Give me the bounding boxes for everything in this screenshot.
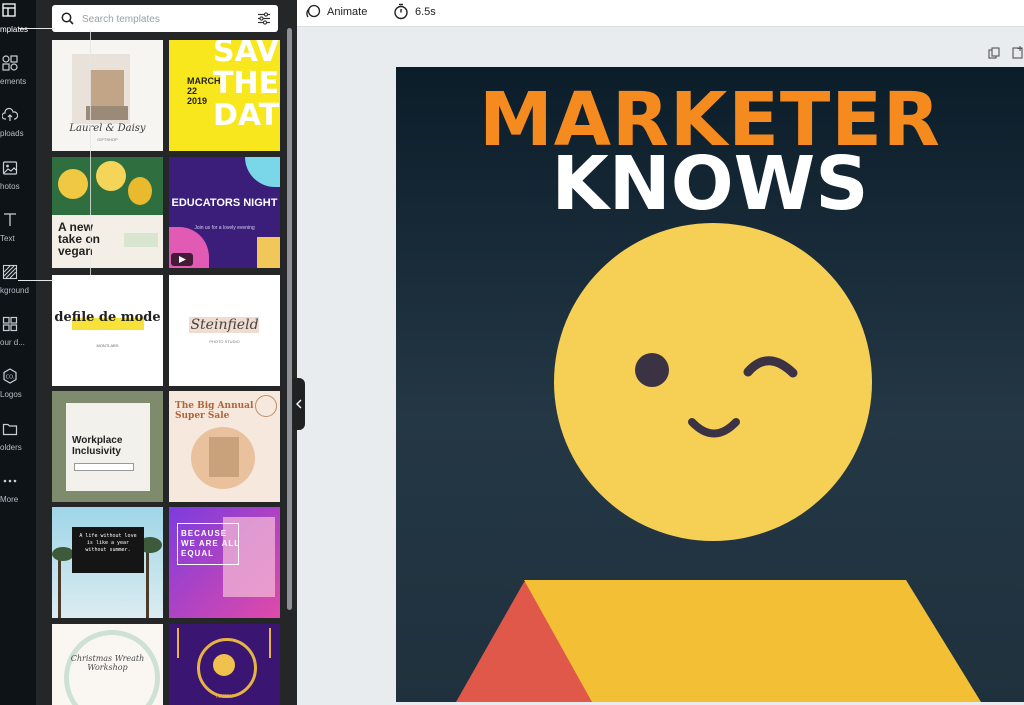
sidebar-item-elements[interactable]: ements: [0, 55, 36, 105]
template-diwali[interactable]: HAPPY: [169, 624, 280, 705]
uploads-icon: [2, 107, 18, 121]
sidebar-item-label: More: [0, 495, 19, 504]
template-text: Steinfield: [190, 317, 259, 333]
sidebar-item-your-designs[interactable]: our d...: [0, 316, 36, 366]
shirt-body: [524, 580, 981, 702]
svg-text:CO.: CO.: [6, 375, 15, 381]
template-text: Christmas Wreath Workshop: [70, 654, 145, 672]
template-educators-night[interactable]: EDUCATORS NIGHT Join us for a lovely eve…: [169, 157, 280, 268]
your-designs-icon: [2, 316, 18, 332]
left-eye: [635, 353, 669, 387]
background-icon: [2, 264, 18, 280]
collapse-panel-button[interactable]: [293, 378, 305, 430]
template-subtext: Join us for a lovely evening: [194, 225, 255, 231]
template-save-the-date[interactable]: SAVE THE DATE MARCH 22 2019: [169, 40, 280, 151]
template-big-annual-sale[interactable]: The Big Annual Super Sale: [169, 391, 280, 502]
sidebar-item-label: hotos: [0, 182, 20, 191]
template-text: A new take on vegan: [58, 220, 101, 258]
face-circle: [554, 223, 872, 541]
duplicate-page-icon[interactable]: [988, 47, 1000, 59]
duration-button[interactable]: 6.5s: [393, 2, 453, 22]
sidebar-item-background[interactable]: kground: [0, 264, 36, 314]
template-text: SAVE THE DATE: [213, 40, 280, 133]
template-steinfield[interactable]: Steinfield PHOTO STUDIO: [169, 275, 280, 386]
template-text: HAPPY: [216, 694, 233, 700]
folders-icon: [2, 423, 18, 436]
elements-icon: [2, 55, 18, 71]
template-text: defile de mode: [54, 310, 161, 325]
filter-icon[interactable]: [257, 12, 271, 25]
template-vegan[interactable]: A new take on vegan: [52, 157, 163, 268]
sidebar-item-folders[interactable]: olders: [0, 421, 36, 471]
animate-icon: [306, 4, 321, 18]
design-canvas[interactable]: MARKETER KNOWS: [396, 67, 1024, 702]
animate-label: Animate: [327, 6, 368, 18]
add-page-icon[interactable]: [1012, 46, 1024, 59]
template-text: Laurel & Daisy: [69, 123, 146, 134]
template-workplace-inclusivity[interactable]: Workplace Inclusivity: [52, 391, 163, 502]
timer-icon: [394, 3, 408, 20]
template-palm-quote[interactable]: A life without love is like a year witho…: [52, 507, 163, 618]
template-text: BECAUSE WE ARE ALL EQUAL: [181, 529, 241, 558]
template-because-we-are-all-equal[interactable]: BECAUSE WE ARE ALL EQUAL: [169, 507, 280, 618]
video-badge-icon: [171, 253, 193, 266]
sidebar-item-label: our d...: [0, 338, 25, 347]
more-icon: [3, 479, 17, 483]
search-icon: [61, 12, 74, 25]
template-text: Workplace Inclusivity: [72, 435, 123, 457]
sidebar-item-logos[interactable]: CO. Logos: [0, 368, 36, 418]
text-icon: [4, 213, 16, 226]
guide-line: [90, 30, 91, 275]
logos-icon: CO.: [3, 368, 17, 384]
template-defile-de-mode[interactable]: defile de mode MONTLABS: [52, 275, 163, 386]
sidebar-item-label: Logos: [0, 390, 22, 399]
chevron-left-icon: [296, 399, 302, 409]
template-subtext: PHOTO STUDIO: [209, 339, 240, 344]
templates-icon: [2, 3, 16, 17]
template-laurel-daisy[interactable]: Laurel & Daisy GIFTSHOP: [52, 40, 163, 151]
template-subtext: MONTLABS: [96, 343, 119, 348]
template-subtext: MARCH 22 2019: [187, 76, 221, 106]
templates-scrollbar[interactable]: [287, 28, 292, 610]
sidebar-item-uploads[interactable]: ploads: [0, 107, 36, 157]
sidebar-item-label: kground: [0, 286, 29, 295]
sidebar-item-text[interactable]: Text: [0, 212, 36, 262]
duration-label: 6.5s: [415, 6, 436, 18]
photos-icon: [2, 161, 18, 175]
search-input[interactable]: [80, 10, 244, 28]
template-text: EDUCATORS NIGHT: [171, 197, 278, 209]
sidebar-item-photos[interactable]: hotos: [0, 160, 36, 210]
editor-toolbar: Animate 6.5s: [297, 0, 1024, 27]
template-christmas-wreath[interactable]: Christmas Wreath Workshop: [52, 624, 163, 705]
connector-line: [18, 28, 55, 29]
template-text: A life without love is like a year witho…: [79, 533, 137, 553]
connector-line: [18, 280, 55, 281]
sidebar-rail: mplates ements ploads hotos Text kground…: [0, 0, 36, 705]
search-box[interactable]: [52, 5, 278, 32]
sidebar-item-label: ements: [0, 77, 27, 86]
sidebar-item-label: ploads: [0, 129, 24, 138]
template-text: The Big Annual Super Sale: [175, 401, 254, 421]
sidebar-item-label: Text: [0, 234, 15, 243]
sidebar-item-more[interactable]: More: [0, 473, 36, 523]
sidebar-item-label: mplates: [0, 25, 29, 34]
winking-face-illustration[interactable]: [396, 67, 1024, 702]
template-subtext: GIFTSHOP: [97, 137, 118, 142]
sidebar-item-label: olders: [0, 443, 22, 452]
